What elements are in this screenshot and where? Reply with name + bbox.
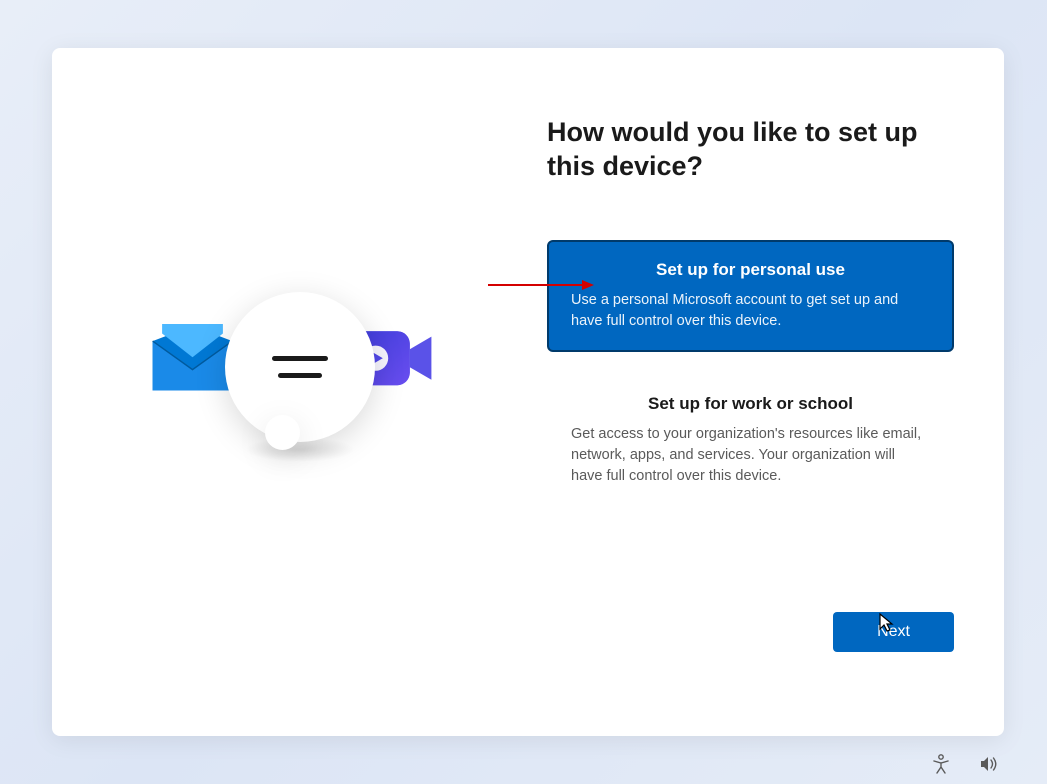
options-panel: How would you like to set up this device… [537,48,1004,736]
option-personal-title: Set up for personal use [571,260,930,280]
setup-illustration [145,302,445,482]
chat-lines-icon [272,356,328,378]
volume-icon[interactable] [979,754,999,774]
page-title: How would you like to set up this device… [547,116,954,184]
setup-window: How would you like to set up this device… [52,48,1004,736]
arrow-annotation [486,278,596,292]
option-work-description: Get access to your organization's resour… [571,424,930,487]
illustration-panel [52,48,537,736]
next-button[interactable]: Next [833,612,954,652]
option-personal-use[interactable]: Set up for personal use Use a personal M… [547,240,954,352]
option-work-title: Set up for work or school [571,394,930,414]
accessibility-icon[interactable] [931,754,951,774]
option-work-school[interactable]: Set up for work or school Get access to … [547,376,954,505]
bottom-toolbar [931,754,999,774]
option-personal-description: Use a personal Microsoft account to get … [571,290,930,332]
chat-bubble-icon [225,292,375,442]
